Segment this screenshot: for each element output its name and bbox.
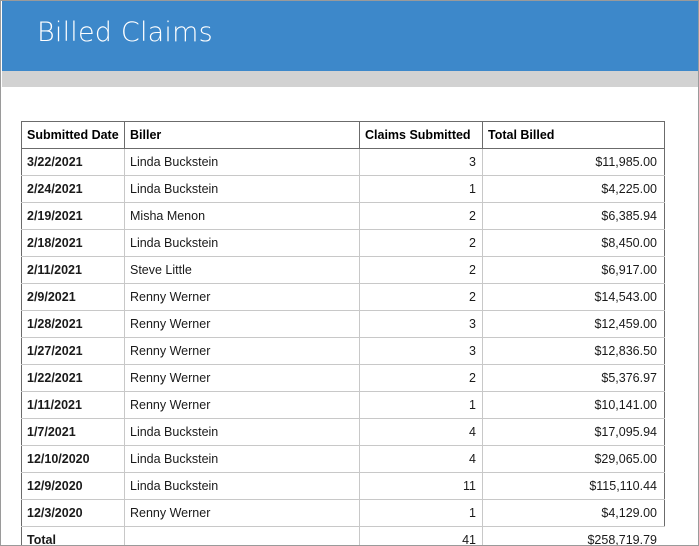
cell-biller: Renny Werner — [124, 283, 360, 311]
cell-submitted-date: 2/11/2021 — [21, 256, 125, 284]
cell-claims-submitted: 2 — [359, 283, 483, 311]
column-header-total-billed[interactable]: Total Billed — [482, 121, 665, 149]
total-claims-submitted-cell: 41 — [359, 526, 483, 545]
cell-submitted-date: 2/24/2021 — [21, 175, 125, 203]
column-header-biller[interactable]: Biller — [124, 121, 360, 149]
table-row[interactable]: 2/19/2021 Misha Menon 2 $6,385.94 — [21, 202, 665, 230]
cell-biller: Renny Werner — [124, 499, 360, 527]
cell-claims-submitted: 1 — [359, 499, 483, 527]
table-header-row: Submitted Date Biller Claims Submitted T… — [21, 121, 665, 149]
cell-total-billed: $6,385.94 — [482, 202, 665, 230]
table-row[interactable]: 1/28/2021 Renny Werner 3 $12,459.00 — [21, 310, 665, 338]
cell-submitted-date: 12/3/2020 — [21, 499, 125, 527]
page-title: Billed Claims — [37, 17, 213, 48]
cell-claims-submitted: 4 — [359, 445, 483, 473]
cell-total-billed: $17,095.94 — [482, 418, 665, 446]
table-row[interactable]: 1/7/2021 Linda Buckstein 4 $17,095.94 — [21, 418, 665, 446]
cell-claims-submitted: 2 — [359, 229, 483, 257]
cell-total-billed: $4,225.00 — [482, 175, 665, 203]
total-biller-cell — [124, 526, 360, 545]
cell-claims-submitted: 11 — [359, 472, 483, 500]
cell-biller: Linda Buckstein — [124, 175, 360, 203]
cell-claims-submitted: 4 — [359, 418, 483, 446]
cell-submitted-date: 12/9/2020 — [21, 472, 125, 500]
cell-biller: Linda Buckstein — [124, 148, 360, 176]
cell-biller: Linda Buckstein — [124, 445, 360, 473]
report-page: Billed Claims Submitted Date Biller Clai… — [0, 0, 699, 546]
billed-claims-table: Submitted Date Biller Claims Submitted T… — [21, 121, 665, 545]
table-row[interactable]: 12/10/2020 Linda Buckstein 4 $29,065.00 — [21, 445, 665, 473]
cell-claims-submitted: 3 — [359, 148, 483, 176]
cell-claims-submitted: 3 — [359, 310, 483, 338]
table-row[interactable]: 12/3/2020 Renny Werner 1 $4,129.00 — [21, 499, 665, 527]
cell-claims-submitted: 1 — [359, 175, 483, 203]
cell-total-billed: $8,450.00 — [482, 229, 665, 257]
cell-total-billed: $10,141.00 — [482, 391, 665, 419]
cell-claims-submitted: 1 — [359, 391, 483, 419]
cell-total-billed: $115,110.44 — [482, 472, 665, 500]
table-total-row: Total 41 $258,719.79 — [21, 526, 665, 545]
cell-biller: Renny Werner — [124, 364, 360, 392]
table-row[interactable]: 1/11/2021 Renny Werner 1 $10,141.00 — [21, 391, 665, 419]
cell-submitted-date: 1/27/2021 — [21, 337, 125, 365]
cell-total-billed: $29,065.00 — [482, 445, 665, 473]
cell-claims-submitted: 2 — [359, 202, 483, 230]
table-row[interactable]: 1/22/2021 Renny Werner 2 $5,376.97 — [21, 364, 665, 392]
cell-submitted-date: 12/10/2020 — [21, 445, 125, 473]
cell-submitted-date: 2/18/2021 — [21, 229, 125, 257]
cell-total-billed: $12,836.50 — [482, 337, 665, 365]
cell-submitted-date: 2/9/2021 — [21, 283, 125, 311]
cell-biller: Linda Buckstein — [124, 418, 360, 446]
cell-biller: Linda Buckstein — [124, 472, 360, 500]
cell-claims-submitted: 2 — [359, 256, 483, 284]
cell-biller: Renny Werner — [124, 391, 360, 419]
cell-biller: Renny Werner — [124, 337, 360, 365]
table-row[interactable]: 2/24/2021 Linda Buckstein 1 $4,225.00 — [21, 175, 665, 203]
cell-biller: Linda Buckstein — [124, 229, 360, 257]
table-row[interactable]: 1/27/2021 Renny Werner 3 $12,836.50 — [21, 337, 665, 365]
cell-biller: Misha Menon — [124, 202, 360, 230]
table-body: 3/22/2021 Linda Buckstein 3 $11,985.00 2/24/… — [21, 148, 665, 527]
cell-submitted-date: 1/28/2021 — [21, 310, 125, 338]
cell-total-billed: $11,985.00 — [482, 148, 665, 176]
page-header-banner: Billed Claims — [2, 1, 698, 71]
table-header: Submitted Date Biller Claims Submitted T… — [21, 121, 665, 149]
cell-total-billed: $4,129.00 — [482, 499, 665, 527]
cell-submitted-date: 3/22/2021 — [21, 148, 125, 176]
cell-claims-submitted: 3 — [359, 337, 483, 365]
table-row[interactable]: 2/9/2021 Renny Werner 2 $14,543.00 — [21, 283, 665, 311]
table-row[interactable]: 2/18/2021 Linda Buckstein 2 $8,450.00 — [21, 229, 665, 257]
table-row[interactable]: 12/9/2020 Linda Buckstein 11 $115,110.44 — [21, 472, 665, 500]
table-row[interactable]: 2/11/2021 Steve Little 2 $6,917.00 — [21, 256, 665, 284]
cell-biller: Steve Little — [124, 256, 360, 284]
cell-submitted-date: 1/22/2021 — [21, 364, 125, 392]
table-footer: Total 41 $258,719.79 — [21, 526, 665, 545]
cell-total-billed: $6,917.00 — [482, 256, 665, 284]
table-row[interactable]: 3/22/2021 Linda Buckstein 3 $11,985.00 — [21, 148, 665, 176]
subheader-band — [2, 71, 698, 87]
cell-submitted-date: 2/19/2021 — [21, 202, 125, 230]
total-label-cell: Total — [21, 526, 125, 545]
cell-submitted-date: 1/7/2021 — [21, 418, 125, 446]
cell-total-billed: $14,543.00 — [482, 283, 665, 311]
cell-total-billed: $12,459.00 — [482, 310, 665, 338]
total-billed-cell: $258,719.79 — [482, 526, 665, 545]
column-header-submitted-date[interactable]: Submitted Date — [21, 121, 125, 149]
column-header-claims-submitted[interactable]: Claims Submitted — [359, 121, 483, 149]
cell-biller: Renny Werner — [124, 310, 360, 338]
cell-claims-submitted: 2 — [359, 364, 483, 392]
cell-total-billed: $5,376.97 — [482, 364, 665, 392]
report-content-area: Submitted Date Biller Claims Submitted T… — [2, 87, 698, 545]
cell-submitted-date: 1/11/2021 — [21, 391, 125, 419]
